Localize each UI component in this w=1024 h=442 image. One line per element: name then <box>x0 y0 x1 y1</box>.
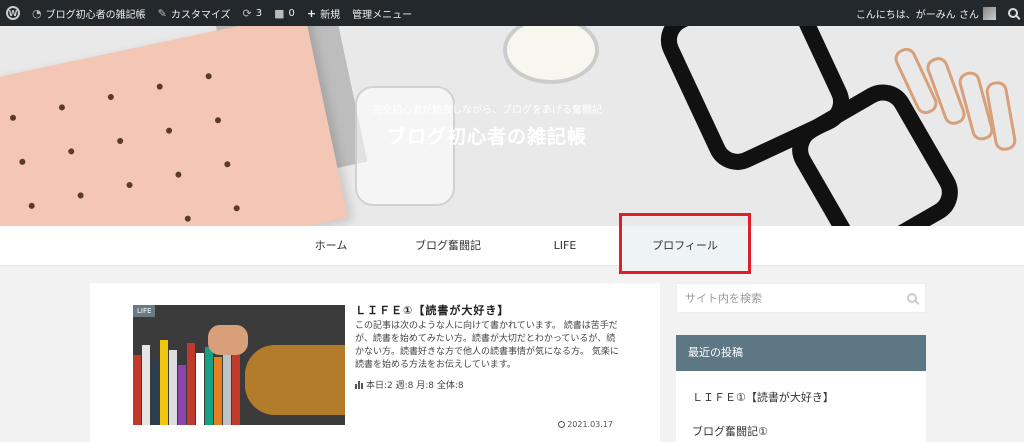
site-description: 完全初心者が勉強しながら、ブログをあげる奮闘記 <box>372 105 602 116</box>
post-thumbnail[interactable]: LIFE <box>133 305 345 425</box>
global-nav: ホーム ブログ奮闘記 LIFE プロフィール <box>0 226 1024 266</box>
post-card[interactable]: LIFE ＬＩＦＥ①【読書が大好き】 この記事は次のような人に向けて書かれていま… <box>90 283 660 442</box>
search-icon[interactable] <box>907 293 917 303</box>
arm-image <box>245 345 345 415</box>
avatar <box>983 6 996 20</box>
nav-item-life[interactable]: LIFE <box>535 226 595 266</box>
comment-icon: ■ <box>274 6 285 20</box>
recent-posts-heading: 最近の投稿 <box>676 335 926 371</box>
admin-bar-admin-menu[interactable]: 管理メニュー <box>346 0 418 26</box>
site-title[interactable]: ブログ初心者の雑記帳 <box>0 122 1024 149</box>
refresh-icon: ⟳ <box>242 6 252 20</box>
header-lid-image <box>503 26 599 84</box>
admin-bar: W ◔ ブログ初心者の雑記帳 ✎ カスタマイズ ⟳ 3 ■ 0 + 新規 管理メニュー こ… <box>0 0 1024 26</box>
highlight-annotation-box <box>619 213 751 274</box>
admin-bar-customize[interactable]: ✎ カスタマイズ <box>152 0 237 26</box>
admin-bar-account[interactable]: こんにちは、がーみん さん <box>850 0 1002 26</box>
category-label[interactable]: LIFE <box>133 305 156 317</box>
sidebar-search-input[interactable]: サイト内を検索 <box>676 283 926 313</box>
dashboard-icon: ◔ <box>32 6 42 20</box>
sidebar-recent-posts: 最近の投稿 ＬＩＦＥ①【読書が大好き】 ブログ奮闘記① <box>676 335 926 442</box>
admin-bar-site-name[interactable]: ◔ ブログ初心者の雑記帳 <box>26 0 152 26</box>
post-title[interactable]: ＬＩＦＥ①【読書が大好き】 <box>355 302 509 318</box>
admin-bar-new[interactable]: + 新規 <box>301 0 346 26</box>
admin-bar-search[interactable] <box>1002 0 1024 26</box>
plus-icon: + <box>306 6 317 20</box>
admin-bar-comments[interactable]: ■ 0 <box>268 0 301 26</box>
wordpress-icon: W <box>6 6 20 20</box>
post-excerpt: この記事は次のような人に向けて書かれています。 読書は苦手だが、読書を始めてみた… <box>355 321 619 370</box>
site-header: 完全初心者が勉強しながら、ブログをあげる奮闘記 ブログ初心者の雑記帳 <box>0 26 1024 226</box>
search-icon <box>1008 8 1018 18</box>
brush-icon: ✎ <box>157 6 167 20</box>
admin-bar-updates[interactable]: ⟳ 3 <box>237 0 269 26</box>
post-date: 2021.03.17 <box>558 420 613 429</box>
nav-item-blog[interactable]: ブログ奮闘記 <box>404 226 492 266</box>
recent-post-link[interactable]: ブログ奮闘記① <box>676 405 926 439</box>
bar-chart-icon <box>355 380 364 389</box>
clock-icon <box>558 421 566 428</box>
wordpress-logo[interactable]: W <box>0 0 26 26</box>
hand-image <box>208 325 248 355</box>
recent-post-link[interactable]: ＬＩＦＥ①【読書が大好き】 <box>676 371 926 405</box>
post-view-count: 本日:2 週:8 月:8 全体:8 <box>355 378 464 391</box>
nav-item-home[interactable]: ホーム <box>300 226 362 266</box>
